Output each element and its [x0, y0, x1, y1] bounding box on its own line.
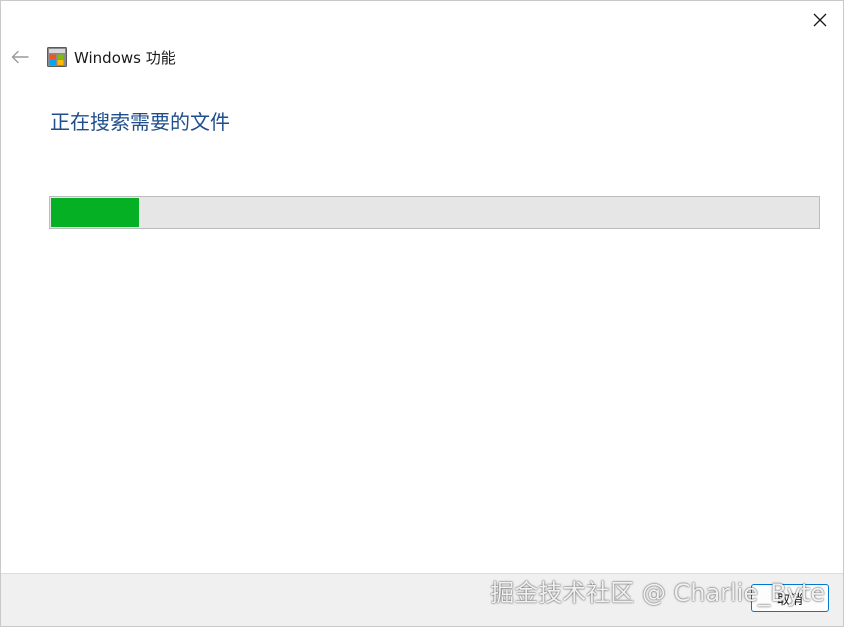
close-icon [813, 13, 827, 27]
window-title: Windows 功能 [74, 49, 176, 67]
progress-bar-fill [51, 198, 139, 227]
back-button[interactable] [6, 43, 34, 71]
cancel-button[interactable]: 取消 [751, 584, 829, 612]
progress-bar [49, 196, 820, 229]
dialog-footer: 取消 [1, 573, 843, 626]
status-heading: 正在搜索需要的文件 [50, 110, 230, 134]
back-arrow-icon [11, 50, 29, 64]
windows-features-icon [47, 47, 67, 67]
windows-features-dialog: Windows 功能 正在搜索需要的文件 取消 掘金技术社区 @ Charlie… [0, 0, 844, 627]
close-button[interactable] [800, 4, 840, 36]
